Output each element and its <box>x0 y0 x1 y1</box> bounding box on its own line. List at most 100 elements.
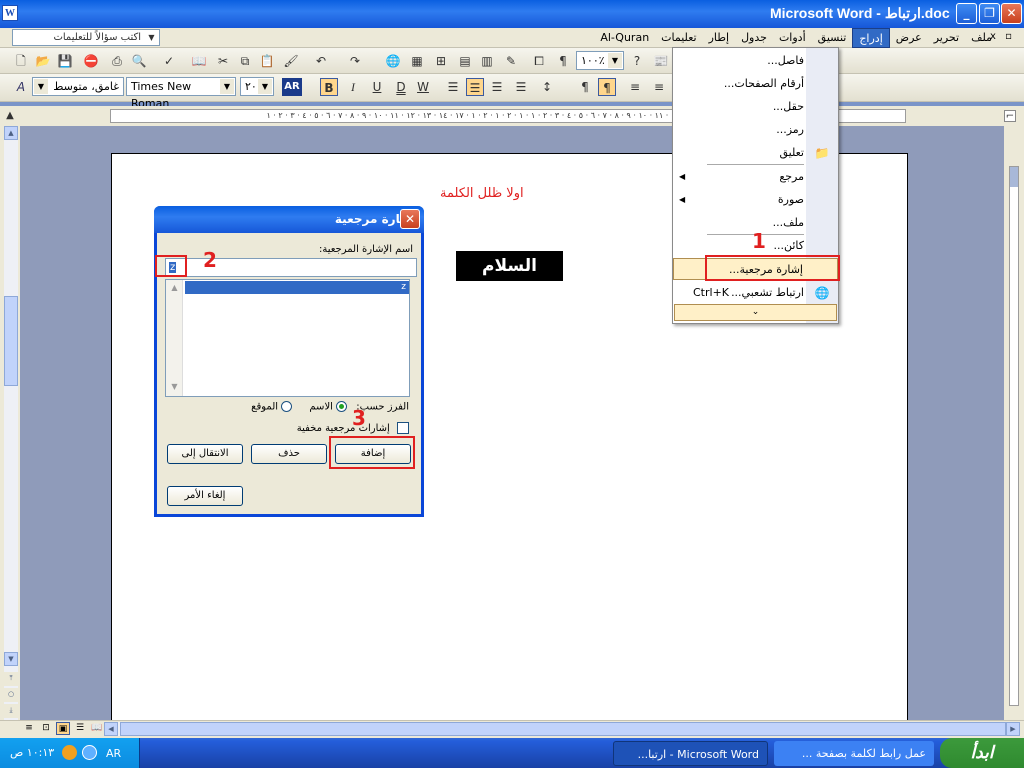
menu-item[interactable]: Al-Quran <box>594 28 655 48</box>
menu-item[interactable]: تنسيق <box>812 28 853 48</box>
vertical-scrollbar[interactable]: ▲ ▼ ⤒ ○ ⤓ <box>4 126 18 720</box>
outline-view-icon[interactable]: ☰ <box>73 722 87 735</box>
goto-button[interactable]: الانتقال إلى <box>167 444 243 464</box>
style-select[interactable]: غامق، متوسط ▼ <box>32 77 124 96</box>
cancel-button[interactable]: إلغاء الأمر <box>167 486 243 506</box>
bookmark-list[interactable]: ▲ ▼ z <box>165 279 410 397</box>
reading-view-icon[interactable]: 📖 <box>90 722 104 735</box>
word-underline-button[interactable]: W <box>414 78 432 96</box>
copy-icon[interactable]: ⧉ <box>236 52 254 70</box>
scroll-up-icon[interactable]: ▲ <box>4 110 16 122</box>
redo-icon[interactable]: ↷ <box>346 52 364 70</box>
cut-icon[interactable]: ✂ <box>214 52 232 70</box>
chevron-down-icon[interactable]: ▼ <box>220 79 234 94</box>
maximize-button[interactable]: ❐ <box>979 3 1000 24</box>
sort-by-name-radio[interactable] <box>336 401 348 412</box>
scroll-down-arrow-icon[interactable]: ▼ <box>167 380 182 394</box>
scroll-left-arrow-icon[interactable]: ◀ <box>104 722 118 736</box>
menu-item[interactable]: إطار <box>703 28 735 48</box>
hidden-bookmarks-checkbox[interactable] <box>397 422 409 434</box>
next-page-icon[interactable]: ⤓ <box>4 704 18 718</box>
styles-formatting-icon[interactable]: A <box>12 78 30 96</box>
permission-icon[interactable]: ⛔ <box>82 52 100 70</box>
taskbar-item-word[interactable]: Microsoft Word - ارتبا... <box>613 741 768 766</box>
insert-table-icon[interactable]: ⊞ <box>432 52 450 70</box>
list-item[interactable]: z <box>185 281 409 294</box>
show-hide-icon[interactable]: ¶ <box>554 52 572 70</box>
selected-text[interactable]: السلام عليكم <box>456 251 563 306</box>
word-app-icon[interactable]: W <box>2 5 18 21</box>
dialog-titlebar[interactable]: إشارة مرجعية <box>154 206 424 233</box>
menu-item[interactable]: أدوات <box>773 28 812 48</box>
previous-page-icon[interactable]: ⤒ <box>4 672 18 686</box>
align-center-icon[interactable]: ☰ <box>466 78 484 96</box>
normal-view-icon[interactable]: ≡ <box>22 722 36 735</box>
insert-menu-item[interactable]: تعليق 📁 <box>673 142 838 164</box>
align-left-icon[interactable]: ☰ <box>444 78 462 96</box>
close-button[interactable]: ✕ <box>1001 3 1022 24</box>
document-map-icon[interactable]: ⧠ <box>530 52 548 70</box>
insert-menu-item[interactable]: مرجع ◀ <box>673 166 838 188</box>
chevron-down-icon[interactable]: ▼ <box>145 31 158 44</box>
insert-menu-item[interactable]: رمز... <box>673 119 838 141</box>
media-tray-icon[interactable] <box>62 745 77 760</box>
ask-question-box[interactable]: اكتب سؤالاً للتعليمات ▼ <box>12 29 160 46</box>
open-folder-icon[interactable]: 📂 <box>34 52 52 70</box>
help-icon[interactable]: ? <box>628 52 646 70</box>
chevron-down-icon[interactable]: ▼ <box>34 79 48 94</box>
columns-icon[interactable]: ▥ <box>478 52 496 70</box>
tables-borders-icon[interactable]: ▦ <box>408 52 426 70</box>
start-button[interactable]: ابدأ <box>940 738 1024 768</box>
web-view-icon[interactable]: ⊡ <box>39 722 53 735</box>
horizontal-scrollbar[interactable]: ◀ ▶ <box>104 722 1020 736</box>
language-indicator[interactable]: AR <box>106 747 121 760</box>
list-scrollbar[interactable]: ▲ ▼ <box>166 280 183 396</box>
save-icon[interactable]: 💾 <box>56 52 74 70</box>
insert-excel-icon[interactable]: ▤ <box>456 52 474 70</box>
print-view-icon[interactable]: ▣ <box>56 722 70 735</box>
drawing-icon[interactable]: ✎ <box>502 52 520 70</box>
browse-object-icon[interactable]: ○ <box>4 688 18 702</box>
underline-button[interactable]: U <box>368 78 386 96</box>
tab-selector-icon[interactable]: ⌐ <box>1004 110 1016 122</box>
italic-button[interactable]: I <box>344 78 362 96</box>
double-underline-button[interactable]: D <box>392 78 410 96</box>
menu-item[interactable]: تعليمات <box>655 28 702 48</box>
language-ar-button[interactable]: AR <box>282 78 302 96</box>
scroll-up-arrow-icon[interactable]: ▲ <box>167 281 182 295</box>
taskbar-item-browser[interactable]: عمل رابط لكلمة بصفحة ... <box>774 741 934 766</box>
new-document-icon[interactable]: 🗋 <box>12 52 30 70</box>
research-icon[interactable]: 📖 <box>190 52 208 70</box>
insert-menu-item[interactable]: أرقام الصفحات... <box>673 73 838 95</box>
chevron-down-icon[interactable]: ▼ <box>608 53 622 68</box>
font-size-select[interactable]: ٢٠ ▼ <box>240 77 274 96</box>
bold-button[interactable]: B <box>320 78 338 96</box>
print-preview-icon[interactable]: 🔍 <box>130 52 148 70</box>
format-painter-icon[interactable]: 🖌 <box>282 52 300 70</box>
numbering-icon[interactable]: ≡ <box>626 78 644 96</box>
insert-menu-item[interactable]: صورة ◀ <box>673 189 838 211</box>
window-titlebar[interactable]: _ ❐ ✕ Microsoft Word - ارتباط.doc W <box>0 0 1024 28</box>
insert-menu-item[interactable]: حقل... <box>673 96 838 118</box>
line-spacing-icon[interactable]: ↕ <box>538 78 556 96</box>
menu-item[interactable]: تحرير <box>928 28 965 48</box>
menu-item[interactable]: إدراج <box>852 28 890 48</box>
minimize-button[interactable]: _ <box>956 3 977 24</box>
justify-icon[interactable]: ☰ <box>512 78 530 96</box>
ltr-direction-icon[interactable]: ¶ <box>576 78 594 96</box>
insert-menu-item[interactable]: ارتباط تشعبي... Ctrl+K 🌐 <box>673 282 838 304</box>
insert-menu-item[interactable]: فاصل... <box>673 50 838 72</box>
bullets-icon[interactable]: ≡ <box>650 78 668 96</box>
horizontal-scroll-thumb[interactable] <box>120 722 1006 736</box>
delete-button[interactable]: حذف <box>251 444 327 464</box>
menu-item[interactable]: جدول <box>735 28 773 48</box>
vertical-ruler-bar[interactable] <box>1009 166 1019 706</box>
scroll-up-arrow-icon[interactable]: ▲ <box>4 126 18 140</box>
scroll-thumb[interactable] <box>4 296 18 386</box>
clock[interactable]: ١٠:١٣ ص <box>10 746 54 759</box>
network-tray-icon[interactable] <box>82 745 97 760</box>
reading-layout-icon[interactable]: 📰 <box>652 52 670 70</box>
expand-menu-button[interactable]: ⌄ <box>674 304 837 321</box>
chevron-down-icon[interactable]: ▼ <box>258 79 272 94</box>
print-icon[interactable]: ⎙ <box>108 52 126 70</box>
